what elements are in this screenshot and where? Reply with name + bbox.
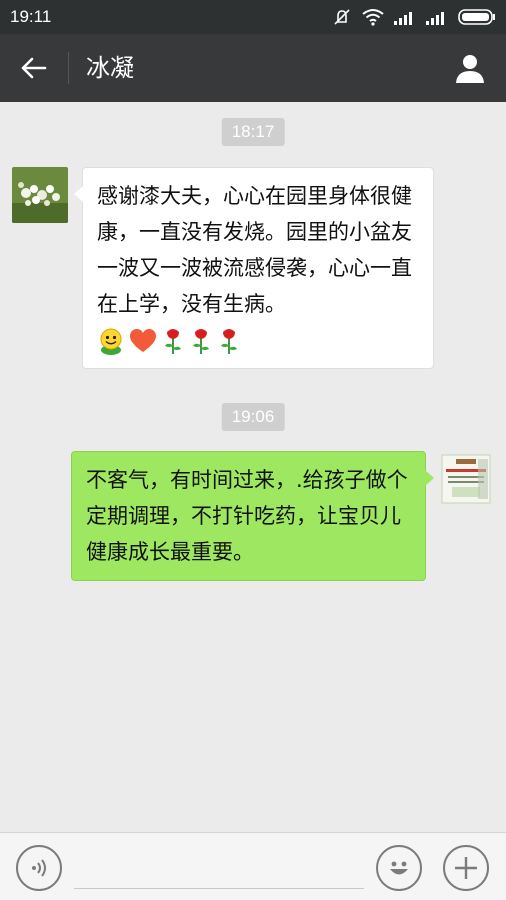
more-options-button[interactable] xyxy=(443,845,489,891)
incoming-message-bubble[interactable]: 感谢漆大夫，心心在园里身体很健康，一直没有发烧。园里的小盆友一波又一波被流感侵袭… xyxy=(74,167,434,369)
header-divider xyxy=(68,52,69,84)
chat-header: 冰凝 xyxy=(0,34,506,102)
message-input[interactable] xyxy=(74,853,364,889)
voice-input-button[interactable] xyxy=(16,845,62,891)
voice-icon xyxy=(32,859,46,877)
plus-icon xyxy=(455,857,477,879)
status-bar: 19:11 xyxy=(0,0,506,34)
rose-icon xyxy=(221,329,237,354)
message-text: 不客气，有时间过来，.给孩子做个定期调理，不打针吃药，让宝贝儿健康成长最重要。 xyxy=(86,468,408,564)
mute-icon xyxy=(334,9,350,25)
smiley-icon xyxy=(100,328,122,355)
flower-photo-avatar xyxy=(12,167,68,223)
back-arrow-icon xyxy=(21,57,47,79)
contact-profile-button[interactable] xyxy=(452,50,488,86)
signal-icon xyxy=(426,12,444,25)
message-timestamp: 18:17 xyxy=(221,118,285,146)
wifi-icon xyxy=(362,9,384,26)
outgoing-message-bubble[interactable]: 不客气，有时间过来，.给孩子做个定期调理，不打针吃药，让宝贝儿健康成长最重要。 xyxy=(71,451,434,581)
heart-icon xyxy=(130,329,156,352)
emoji-row xyxy=(97,327,241,355)
contact-avatar[interactable] xyxy=(12,167,68,223)
status-icons xyxy=(332,8,496,26)
smiley-face-icon xyxy=(390,861,408,875)
emoji-button[interactable] xyxy=(376,845,422,891)
signal-icon xyxy=(394,12,412,25)
back-button[interactable] xyxy=(14,48,54,88)
message-timestamp: 19:06 xyxy=(221,403,285,431)
my-avatar[interactable] xyxy=(438,451,494,507)
rose-icon xyxy=(165,329,181,354)
message-text: 感谢漆大夫，心心在园里身体很健康，一直没有发烧。园里的小盆友一波又一波被流感侵袭… xyxy=(97,184,412,316)
chat-title: 冰凝 xyxy=(86,54,134,82)
chat-input-bar xyxy=(0,832,506,900)
battery-icon xyxy=(458,9,495,25)
clinic-photo-avatar xyxy=(438,451,494,507)
rose-icon xyxy=(193,329,209,354)
person-icon xyxy=(456,55,484,83)
status-time: 19:11 xyxy=(10,7,52,26)
